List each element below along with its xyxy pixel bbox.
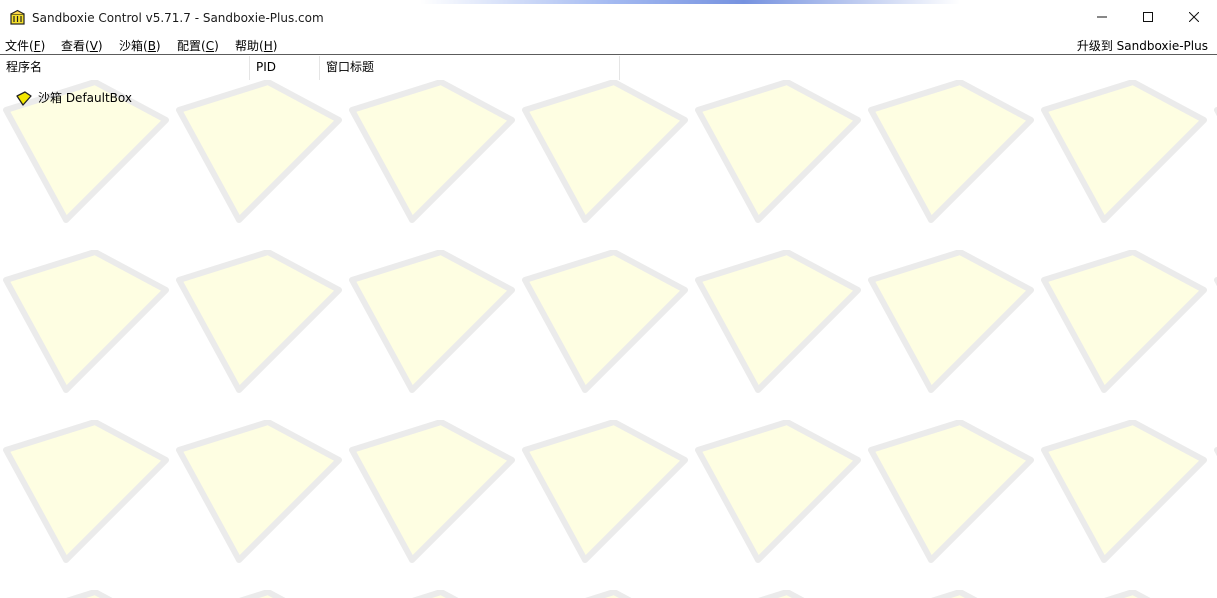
column-header: 程序名 PID 窗口标题 [0,56,1217,80]
menu-bar: 文件(F) 查看(V) 沙箱(B) 配置(C) 帮助(H) 升级到 Sandbo… [0,34,1217,55]
tree-item-label: 沙箱 DefaultBox [38,91,132,105]
menu-view[interactable]: 查看(V) [61,37,103,54]
menu-help[interactable]: 帮助(H) [235,37,277,54]
tree-item-defaultbox[interactable]: 沙箱 DefaultBox [16,89,132,106]
process-list[interactable]: 沙箱 DefaultBox [0,80,1217,598]
maximize-icon [1143,12,1153,22]
column-window-title[interactable]: 窗口标题 [320,56,620,80]
menu-help-label: 帮助( [235,39,264,53]
menu-file-label: 文件( [5,39,34,53]
menu-config[interactable]: 配置(C) [177,37,219,54]
menu-view-mnemonic: V [89,39,98,53]
title-bar-accent [420,0,960,4]
sandboxie-app-icon[interactable] [9,9,26,26]
menu-help-end: ) [272,39,278,53]
maximize-button[interactable] [1125,0,1171,34]
sandbox-icon [16,90,32,106]
column-program-name[interactable]: 程序名 [0,56,250,80]
menu-view-end: ) [97,39,103,53]
minimize-icon [1097,16,1107,18]
menu-view-label: 查看( [61,39,90,53]
menu-sandbox-mnemonic: B [147,39,156,53]
upgrade-link[interactable]: 升级到 Sandboxie-Plus [1077,37,1208,54]
menu-help-mnemonic: H [263,39,273,53]
menu-config-end: ) [214,39,219,53]
menu-config-label: 配置( [177,39,206,53]
menu-file[interactable]: 文件(F) [5,37,45,54]
menu-config-mnemonic: C [205,39,215,53]
menu-file-end: ) [40,39,46,53]
sandbox-watermark-pattern [0,80,1217,598]
close-icon [1189,12,1199,22]
menu-sandbox[interactable]: 沙箱(B) [119,37,161,54]
column-pid[interactable]: PID [250,56,320,80]
menu-sandbox-label: 沙箱( [119,39,148,53]
window-title: Sandboxie Control v5.71.7 - Sandboxie-Pl… [32,11,324,25]
minimize-button[interactable] [1079,0,1125,34]
close-button[interactable] [1171,0,1217,34]
title-bar[interactable]: Sandboxie Control v5.71.7 - Sandboxie-Pl… [0,0,1217,34]
menu-sandbox-end: ) [155,39,161,53]
menu-file-mnemonic: F [33,39,41,53]
